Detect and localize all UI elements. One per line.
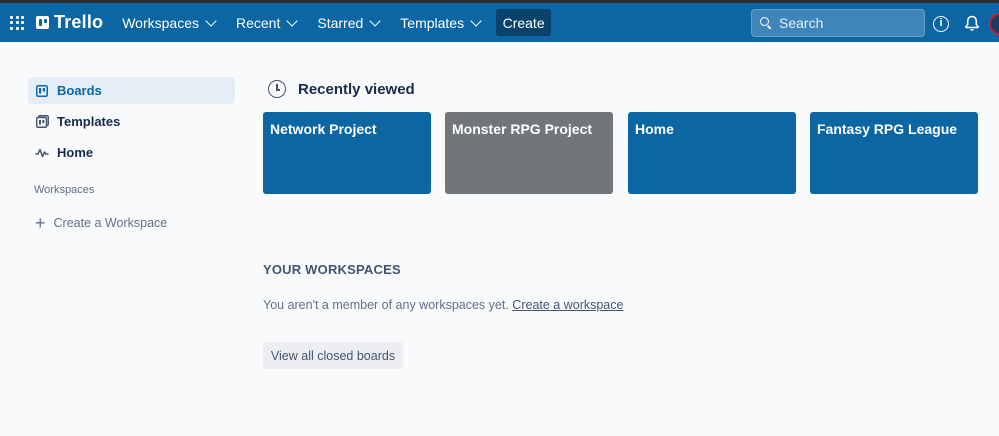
create-workspace-button[interactable]: + Create a Workspace bbox=[35, 213, 235, 233]
create-workspace-link[interactable]: Create a workspace bbox=[512, 298, 623, 312]
nav-workspaces-label: Workspaces bbox=[122, 14, 199, 31]
board-icon bbox=[35, 84, 49, 98]
recently-viewed-header: Recently viewed bbox=[268, 80, 415, 98]
create-workspace-label: Create a Workspace bbox=[53, 216, 168, 230]
board-tile[interactable]: Fantasy RPG League bbox=[810, 112, 978, 194]
top-header: Trello Workspaces Recent Starred Templat… bbox=[0, 3, 999, 42]
template-icon bbox=[35, 115, 49, 129]
sidebar-item-templates[interactable]: Templates bbox=[28, 108, 235, 135]
workspaces-message-text: You aren't a member of any workspaces ye… bbox=[263, 298, 509, 312]
view-closed-boards-button[interactable]: View all closed boards bbox=[263, 342, 403, 369]
search-box[interactable]: Search bbox=[751, 9, 925, 37]
sidebar-item-boards[interactable]: Boards bbox=[28, 77, 235, 104]
app-name: Trello bbox=[54, 12, 104, 32]
trello-logo-icon bbox=[36, 16, 49, 29]
sidebar-item-home[interactable]: Home bbox=[28, 139, 235, 166]
apps-grid-icon[interactable] bbox=[10, 15, 24, 30]
info-icon[interactable]: i bbox=[933, 16, 949, 32]
board-title: Monster RPG Project bbox=[452, 121, 593, 137]
nav-starred-dropdown[interactable]: Starred bbox=[308, 9, 388, 37]
nav-templates-label: Templates bbox=[400, 14, 465, 31]
nav-starred-label: Starred bbox=[317, 14, 364, 31]
chevron-down-icon bbox=[470, 14, 482, 27]
workspaces-section-header: Workspaces bbox=[34, 184, 95, 196]
chevron-down-icon bbox=[205, 14, 217, 27]
board-title: Network Project bbox=[270, 121, 377, 137]
nav-recent-label: Recent bbox=[236, 14, 281, 31]
board-title: Home bbox=[635, 121, 674, 137]
your-workspaces-title: YOUR WORKSPACES bbox=[263, 262, 401, 277]
nav-recent-dropdown[interactable]: Recent bbox=[227, 9, 305, 37]
sidebar-item-label: Boards bbox=[57, 83, 102, 98]
plus-icon: + bbox=[35, 213, 46, 233]
main-nav: Workspaces Recent Starred Templates Crea… bbox=[113, 9, 552, 37]
workspaces-empty-message: You aren't a member of any workspaces ye… bbox=[263, 298, 623, 312]
search-placeholder: Search bbox=[779, 15, 824, 31]
chevron-down-icon bbox=[369, 14, 381, 27]
create-button[interactable]: Create bbox=[496, 9, 552, 36]
trello-logo[interactable]: Trello bbox=[36, 12, 103, 33]
pulse-icon bbox=[35, 146, 49, 160]
clock-icon bbox=[268, 80, 286, 98]
avatar[interactable] bbox=[989, 13, 999, 35]
board-tile[interactable]: Home bbox=[628, 112, 796, 194]
sidebar: Boards Templates Home Workspaces + Creat… bbox=[28, 77, 235, 233]
chevron-down-icon bbox=[286, 14, 299, 27]
board-tile[interactable]: Monster RPG Project bbox=[445, 112, 613, 194]
sidebar-item-label: Home bbox=[57, 145, 94, 160]
nav-templates-dropdown[interactable]: Templates bbox=[391, 9, 489, 37]
notification-bell-icon[interactable] bbox=[964, 15, 980, 32]
sidebar-item-label: Templates bbox=[57, 114, 121, 129]
nav-workspaces-dropdown[interactable]: Workspaces bbox=[113, 9, 224, 37]
board-title: Fantasy RPG League bbox=[817, 121, 958, 137]
search-icon bbox=[760, 17, 772, 29]
board-tile[interactable]: Network Project bbox=[263, 112, 431, 194]
recently-viewed-title: Recently viewed bbox=[298, 80, 415, 98]
